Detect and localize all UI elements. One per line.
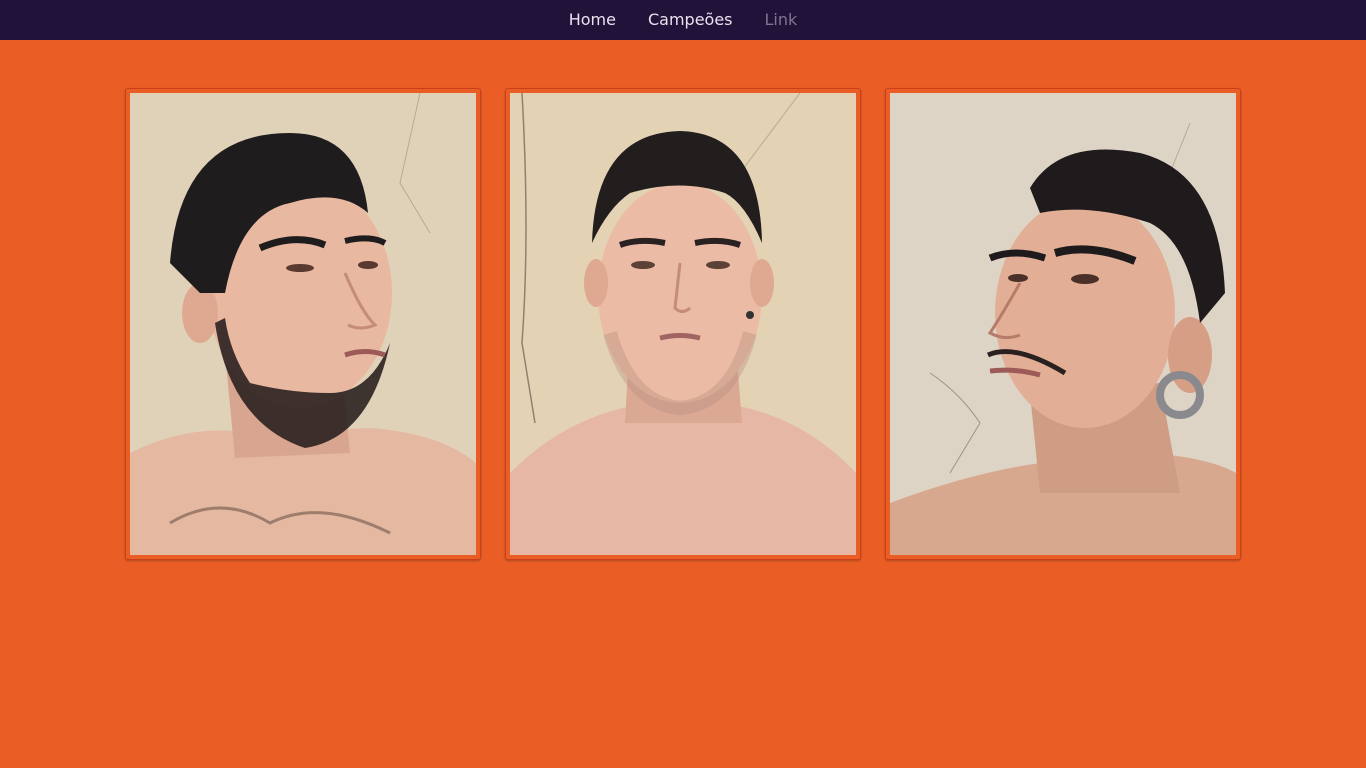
photo-card[interactable] [505,88,861,560]
top-navbar: Home Campeões Link [0,0,1366,40]
nav-link-campeoes[interactable]: Campeões [648,0,733,40]
nav-link-home[interactable]: Home [569,0,616,40]
photo-gallery [125,88,1241,560]
portrait-photo [890,93,1236,555]
nav-link-link[interactable]: Link [765,0,798,40]
photo-card[interactable] [885,88,1241,560]
portrait-photo [130,93,476,555]
photo-card[interactable] [125,88,481,560]
portrait-photo [510,93,856,555]
